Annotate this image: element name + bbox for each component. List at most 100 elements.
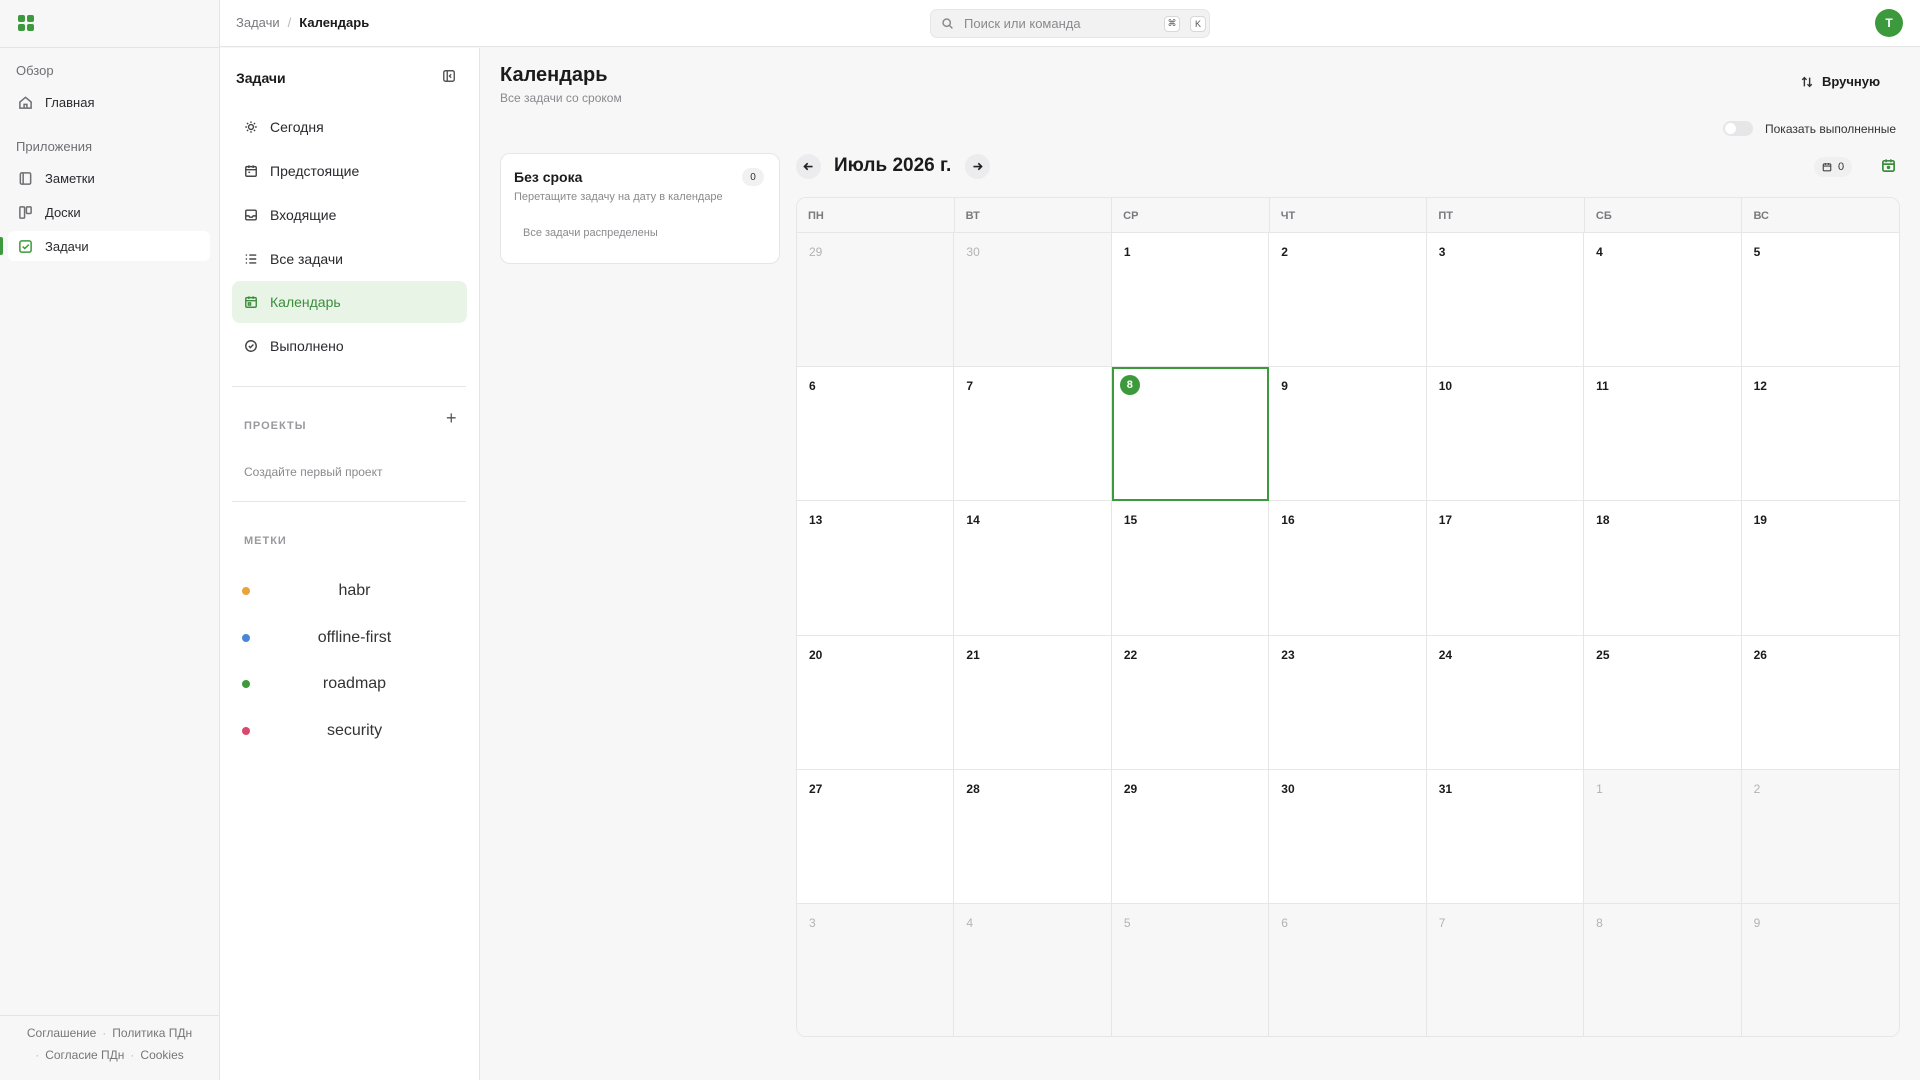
tag-item-offline-first[interactable]: offline-first <box>242 626 467 650</box>
tasks-panel-title: Задачи <box>236 70 286 86</box>
calendar-day-cell[interactable]: 10 <box>1426 367 1585 502</box>
calendar-day-cell[interactable]: 3 <box>1426 233 1585 368</box>
breadcrumb-parent[interactable]: Задачи <box>236 15 280 30</box>
calendar-day-cell[interactable]: 14 <box>954 501 1112 636</box>
tag-item-roadmap[interactable]: roadmap <box>242 672 467 696</box>
consent-link[interactable]: Согласие ПДн <box>45 1048 124 1062</box>
calendar-day-cell[interactable]: 19 <box>1741 501 1899 636</box>
calendar-day-cell[interactable]: 13 <box>797 501 955 636</box>
calendar-day-cell[interactable]: 30 <box>954 233 1112 368</box>
sidebar-item-notes[interactable]: Заметки <box>8 163 210 193</box>
search-box[interactable]: ⌘ K <box>930 9 1210 38</box>
breadcrumb: Задачи / Календарь <box>236 15 369 30</box>
calendar-day-cell[interactable]: 31 <box>1426 769 1585 904</box>
day-number: 15 <box>1123 513 1138 528</box>
calendar-day-cell[interactable]: 15 <box>1111 501 1270 636</box>
sort-button[interactable]: Вручную <box>1800 74 1880 89</box>
day-number: 29 <box>1123 781 1138 796</box>
day-number: 19 <box>1753 513 1767 528</box>
day-number: 11 <box>1596 379 1609 394</box>
day-number: 13 <box>809 513 823 528</box>
avatar[interactable]: T <box>1875 9 1903 37</box>
tags-section-label: МЕТКИ <box>244 535 287 547</box>
calendar-day-cell[interactable]: 4 <box>954 903 1112 1036</box>
calendar-day-cell[interactable]: 9 <box>1741 903 1899 1036</box>
calendar-day-cell[interactable]: 12 <box>1741 367 1899 502</box>
calendar-day-cell[interactable]: 21 <box>954 635 1112 770</box>
calendar-day-cell[interactable]: 7 <box>1426 903 1585 1036</box>
calendar-day-cell[interactable]: 17 <box>1426 501 1585 636</box>
search-input[interactable] <box>964 16 1154 31</box>
calendar-day-cell[interactable]: 26 <box>1741 635 1899 770</box>
calendar-day-cell[interactable]: 25 <box>1584 635 1742 770</box>
show-done-toggle[interactable] <box>1723 121 1753 136</box>
kbd-cmd: ⌘ <box>1164 15 1180 32</box>
calendar-day-cell[interactable]: 30 <box>1269 769 1427 904</box>
calendar-day-cell[interactable]: 23 <box>1269 635 1427 770</box>
day-number: 4 <box>966 915 974 930</box>
calendar-day-cell[interactable]: 8 <box>1584 903 1742 1036</box>
tag-color-dot <box>242 634 250 642</box>
calendar-day-cell[interactable]: 4 <box>1584 233 1742 368</box>
tasks-nav-today[interactable]: Сегодня <box>232 106 467 148</box>
calendar-day-cell[interactable]: 6 <box>797 367 955 502</box>
agreement-link[interactable]: Соглашение <box>27 1026 96 1040</box>
sidebar-item-tasks[interactable]: Задачи <box>8 231 210 261</box>
calendar-day-cell[interactable]: 1 <box>1584 769 1742 904</box>
tasks-nav-calendar[interactable]: Календарь <box>232 281 467 323</box>
show-done-label: Показать выполненные <box>1765 121 1897 136</box>
day-number: 25 <box>1596 647 1610 662</box>
tasks-nav-inbox[interactable]: Входящие <box>232 194 467 236</box>
weekday-label: СР <box>1112 198 1270 232</box>
calendar-day-cell[interactable]: 18 <box>1584 501 1742 636</box>
day-number: 17 <box>1438 513 1453 528</box>
calendar-day-cell-today[interactable]: 8 <box>1111 367 1270 502</box>
calendar-day-cell[interactable]: 2 <box>1741 769 1899 904</box>
sidebar-item-label: Доски <box>45 204 81 220</box>
calendar-day-cell[interactable]: 27 <box>797 769 955 904</box>
calendar-day-cell[interactable]: 29 <box>1111 769 1270 904</box>
home-icon <box>19 95 32 109</box>
weekday-label: СБ <box>1585 198 1743 232</box>
sidebar-item-boards[interactable]: Доски <box>8 197 210 227</box>
calendar-day-cell[interactable]: 16 <box>1269 501 1427 636</box>
calendar-day-cell[interactable]: 3 <box>797 903 955 1036</box>
prev-month-button[interactable] <box>796 154 821 179</box>
privacy-link[interactable]: Политика ПДн <box>112 1026 192 1040</box>
page-subtitle: Все задачи со сроком <box>500 91 622 105</box>
add-project-button[interactable]: + <box>446 409 457 427</box>
calendar-day-cell[interactable]: 9 <box>1269 367 1427 502</box>
sidebar-item-label: Главная <box>45 94 95 110</box>
calendar-day-cell[interactable]: 1 <box>1111 233 1270 368</box>
day-number: 9 <box>1281 379 1288 394</box>
calendar-day-cell[interactable]: 29 <box>797 233 955 368</box>
calendar-day-cell[interactable]: 6 <box>1269 903 1427 1036</box>
calendar-day-cell[interactable]: 24 <box>1426 635 1585 770</box>
tasks-nav-upcoming[interactable]: Предстоящие <box>232 150 467 192</box>
sidebar-item-home[interactable]: Главная <box>8 87 210 117</box>
day-number: 4 <box>1596 245 1603 259</box>
calendar-day-cell[interactable]: 7 <box>954 367 1112 502</box>
calendar-day-cell[interactable]: 22 <box>1111 635 1270 770</box>
tag-item-habr[interactable]: habr <box>242 579 467 603</box>
day-number: 7 <box>966 379 974 394</box>
cookies-link[interactable]: Cookies <box>140 1048 183 1062</box>
tasks-nav-done[interactable]: Выполнено <box>232 325 467 367</box>
calendar-day-cell[interactable]: 20 <box>797 635 955 770</box>
calendar-day-cell[interactable]: 2 <box>1269 233 1427 368</box>
calendar-weekday-header: ПН ВТ СР ЧТ ПТ СБ ВС <box>797 198 1899 233</box>
collapse-panel-button[interactable] <box>442 69 456 83</box>
tasks-nav-all[interactable]: Все задачи <box>232 238 467 280</box>
tag-label: roadmap <box>322 675 387 692</box>
panel-collapse-icon <box>443 70 455 82</box>
tag-item-security[interactable]: security <box>242 719 467 743</box>
day-number: 30 <box>1281 781 1295 796</box>
calendar-day-cell[interactable]: 11 <box>1584 367 1742 502</box>
app-logo-icon[interactable] <box>18 15 34 31</box>
calendar-day-cell[interactable]: 28 <box>954 769 1112 904</box>
calendar-day-cell[interactable]: 5 <box>1111 903 1270 1036</box>
calendar-day-cell[interactable]: 5 <box>1741 233 1899 368</box>
tasks-nav-label: Выполнено <box>270 338 344 354</box>
next-month-button[interactable] <box>965 154 990 179</box>
go-today-button[interactable] <box>1881 158 1896 176</box>
